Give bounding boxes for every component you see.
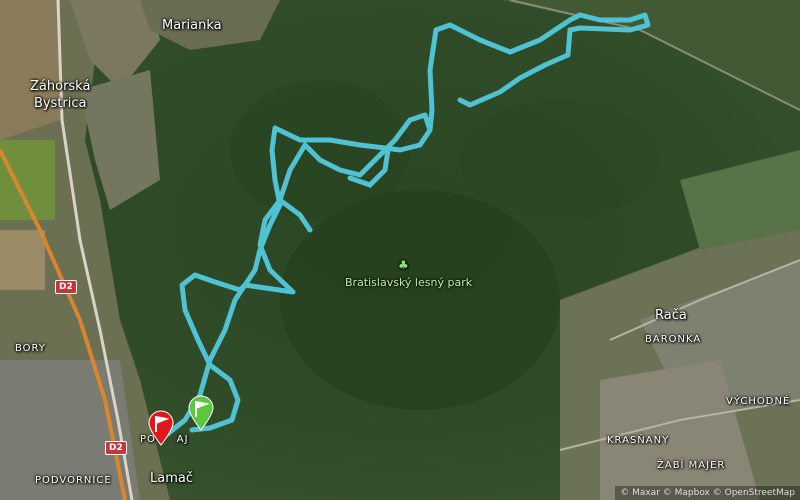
map-attribution[interactable]: © Maxar © Mapbox © OpenStreetMap — [615, 486, 800, 500]
place-label-zahorska-bystrica: Záhorská Bystrica — [30, 79, 91, 111]
place-label-bory: BORY — [15, 343, 46, 354]
place-label-vychodne: VÝCHODNÉ — [726, 396, 791, 407]
place-label-raca: Rača — [655, 308, 687, 323]
place-label-podvornice: PODVORNICE — [35, 475, 112, 486]
place-label-krasnany: KRASŇANY — [607, 435, 670, 446]
place-label-marianka: Marianka — [162, 18, 222, 33]
place-label-park: Bratislavský lesný park — [345, 276, 473, 289]
place-label-zabi-majer: ŽABÍ MAJER — [657, 460, 726, 471]
flag-marker-icon — [148, 410, 174, 446]
place-label-baronka: BARONKA — [645, 334, 702, 345]
tree-icon: ♣ — [398, 258, 409, 272]
place-label-lamac: Lamač — [150, 471, 193, 486]
satellite-imagery — [0, 0, 800, 500]
road-shield-d2: D2 — [105, 441, 127, 455]
flag-marker-icon — [188, 395, 214, 431]
road-shield-d2: D2 — [55, 280, 77, 294]
map-view[interactable]: Marianka Záhorská Bystrica Bratislavský … — [0, 0, 800, 500]
